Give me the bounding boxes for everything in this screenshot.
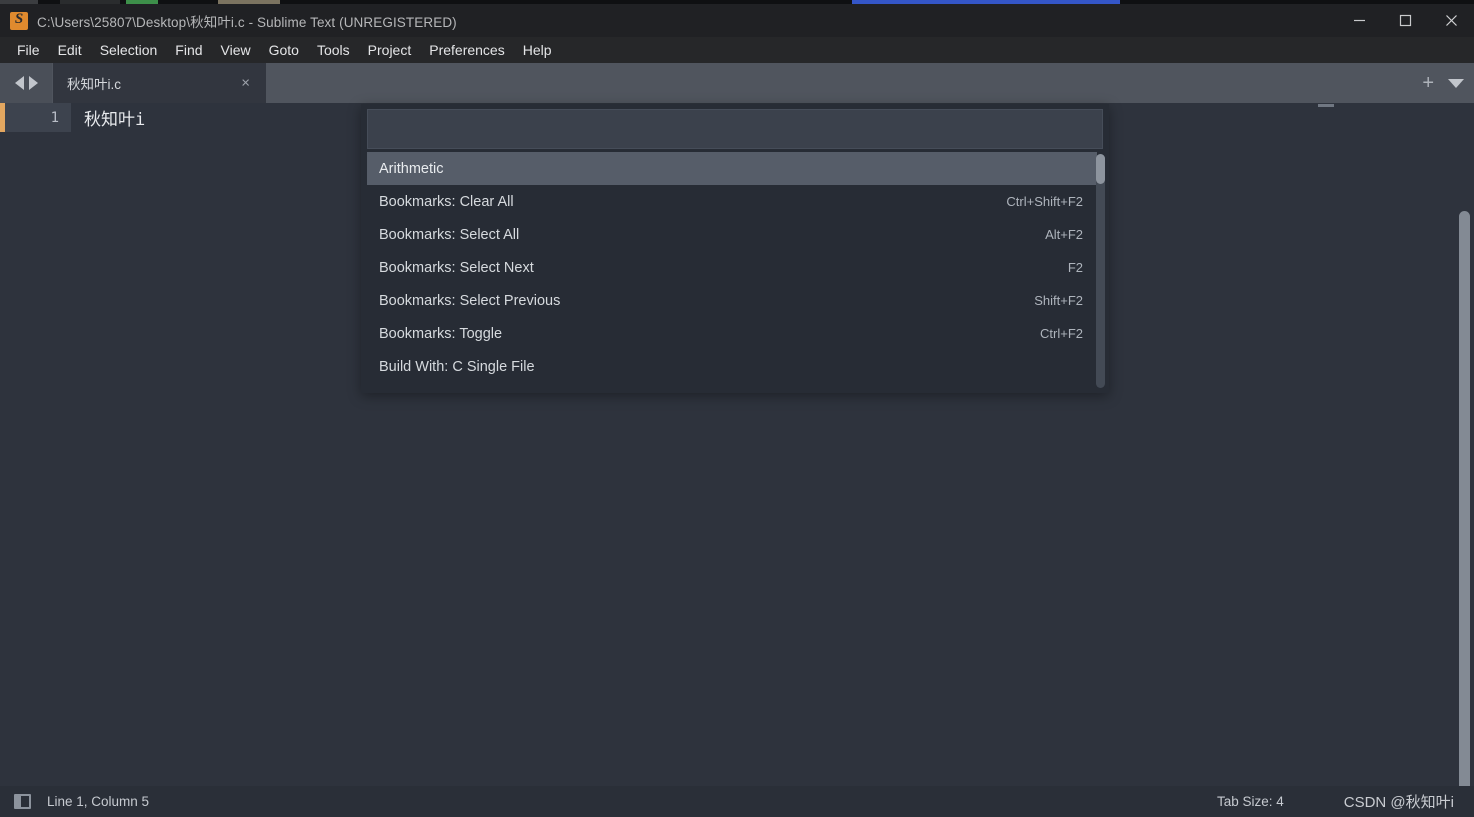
palette-row[interactable]: Bookmarks: Clear All Ctrl+Shift+F2: [367, 185, 1097, 218]
command-palette-input[interactable]: [368, 110, 1102, 148]
sidebar-toggle-icon[interactable]: [14, 794, 31, 809]
arrow-left-icon[interactable]: [14, 76, 24, 90]
tab-size-status[interactable]: Tab Size: 4: [1217, 794, 1284, 809]
chevron-down-icon[interactable]: [1448, 78, 1464, 88]
palette-row[interactable]: Bookmarks: Select All Alt+F2: [367, 218, 1097, 251]
line-number: 1: [50, 109, 59, 126]
watermark-text: CSDN @秋知叶i: [1343, 794, 1454, 811]
palette-row[interactable]: Bookmarks: Toggle Ctrl+F2: [367, 317, 1097, 350]
arrow-right-icon[interactable]: [28, 76, 38, 90]
palette-row[interactable]: Build With: C Single File: [367, 350, 1097, 383]
palette-row-label: Bookmarks: Toggle: [379, 325, 503, 342]
editor-vertical-scrollbar[interactable]: [1459, 211, 1470, 817]
editor-tab-label: 秋知叶i.c: [67, 77, 121, 92]
sublime-text-window: C:\Users\25807\Desktop\秋知叶i.c - Sublime …: [0, 0, 1474, 817]
menu-bar: File Edit Selection Find View Goto Tools…: [0, 37, 1474, 63]
palette-row-label: Build With: C Single File: [379, 358, 535, 375]
palette-row[interactable]: Arithmetic: [367, 152, 1097, 185]
line-number-gutter: 1: [5, 103, 71, 132]
palette-row-shortcut: Alt+F2: [1045, 227, 1083, 242]
new-tab-button[interactable]: +: [1422, 73, 1434, 93]
sublime-text-logo-icon: [10, 11, 28, 30]
menu-item-help[interactable]: Help: [514, 39, 561, 61]
command-palette-list: Arithmetic Bookmarks: Clear All Ctrl+Shi…: [367, 152, 1097, 389]
palette-row-shortcut: Ctrl+F2: [1040, 326, 1083, 341]
tab-nav-arrows[interactable]: [0, 63, 52, 103]
menu-item-goto[interactable]: Goto: [260, 39, 308, 61]
minimize-button[interactable]: [1336, 4, 1382, 37]
maximize-icon: [1399, 14, 1411, 27]
palette-row[interactable]: Bookmarks: Select Next F2: [367, 251, 1097, 284]
palette-row[interactable]: Bookmarks: Select Previous Shift+F2: [367, 284, 1097, 317]
editor-tab[interactable]: 秋知叶i.c ×: [53, 63, 266, 103]
window-title: C:\Users\25807\Desktop\秋知叶i.c - Sublime …: [37, 14, 457, 30]
tab-bar: 秋知叶i.c × +: [0, 63, 1474, 103]
menu-item-find[interactable]: Find: [166, 39, 211, 61]
close-button[interactable]: [1428, 4, 1474, 37]
menu-item-view[interactable]: View: [212, 39, 260, 61]
title-bar: C:\Users\25807\Desktop\秋知叶i.c - Sublime …: [0, 4, 1474, 37]
palette-row-label: Arithmetic: [379, 160, 444, 177]
menu-item-project[interactable]: Project: [359, 39, 421, 61]
close-icon: [1445, 15, 1457, 26]
cursor-position-status: Line 1, Column 5: [47, 794, 150, 809]
tab-close-icon[interactable]: ×: [241, 76, 250, 91]
status-bar: Line 1, Column 5 Tab Size: 4 CSDN @秋知叶i: [0, 786, 1474, 817]
code-line-1: 秋知叶i: [84, 110, 146, 130]
status-bar-right: Tab Size: 4 CSDN @秋知叶i: [1217, 791, 1474, 812]
palette-row-label: Bookmarks: Select All: [379, 226, 520, 243]
window-controls: [1336, 4, 1474, 37]
menu-item-preferences[interactable]: Preferences: [420, 39, 513, 61]
palette-row-shortcut: F2: [1067, 260, 1083, 275]
editor-scrollbar-thumb[interactable]: [1459, 211, 1470, 817]
minimap-marker: [1318, 104, 1334, 107]
minimize-icon: [1353, 19, 1365, 22]
palette-row-label: Bookmarks: Select Next: [379, 259, 534, 276]
palette-scrollbar[interactable]: [1096, 154, 1105, 388]
palette-row-shortcut: Shift+F2: [1034, 293, 1083, 308]
tab-bar-actions: +: [1422, 63, 1464, 103]
menu-item-selection[interactable]: Selection: [91, 39, 167, 61]
palette-row-shortcut: Ctrl+Shift+F2: [1006, 194, 1083, 209]
menu-item-file[interactable]: File: [8, 39, 49, 61]
palette-row-label: Bookmarks: Select Previous: [379, 292, 561, 309]
palette-row-label: Bookmarks: Clear All: [379, 193, 514, 210]
maximize-button[interactable]: [1382, 4, 1428, 37]
command-palette-input-wrap[interactable]: [367, 109, 1103, 149]
palette-scrollbar-thumb[interactable]: [1096, 154, 1105, 184]
menu-item-tools[interactable]: Tools: [308, 39, 359, 61]
menu-item-edit[interactable]: Edit: [49, 39, 91, 61]
command-palette: Arithmetic Bookmarks: Clear All Ctrl+Shi…: [361, 104, 1109, 393]
